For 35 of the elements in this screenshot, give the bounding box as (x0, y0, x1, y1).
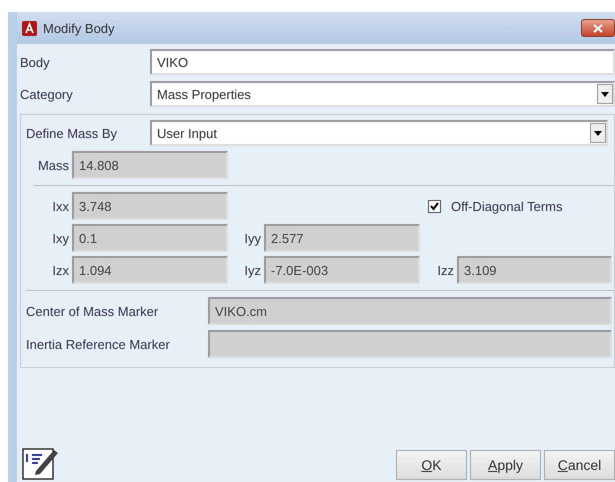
inertia-field[interactable]: 0.1 (72, 224, 228, 252)
marker-field[interactable]: VIKO.cm (208, 297, 612, 325)
field-label: Ixx (51, 198, 70, 214)
field-label: Define Mass By (26, 126, 118, 140)
checkbox-label: Off-Diagonal Terms (451, 198, 563, 214)
inertia-field[interactable]: 1.094 (72, 256, 228, 284)
window-title: Modify Body (43, 20, 115, 36)
inertia-field[interactable]: 3.748 (72, 192, 228, 220)
field-label: Mass (36, 158, 70, 172)
marker-field[interactable] (208, 330, 612, 358)
inertia-field[interactable]: -7.0E-003 (264, 256, 420, 284)
field-label: Izz (436, 262, 455, 278)
inertia-field[interactable]: 2.577 (264, 224, 420, 252)
mass-field[interactable]: 14.808 (72, 151, 228, 179)
field-label: Izx (51, 262, 70, 278)
field-label: Center of Mass Marker (26, 304, 160, 318)
checkbox[interactable] (428, 200, 441, 212)
field-label: Inertia Reference Marker (26, 336, 171, 352)
field-label: Ixy (51, 230, 70, 246)
dialog-button[interactable]: Apply (470, 450, 541, 480)
field-label: Category (20, 86, 74, 102)
app-logo-icon (22, 20, 37, 36)
dropdown-arrow-icon (601, 92, 609, 96)
close-button[interactable] (581, 19, 615, 37)
dialog-button[interactable]: OK (396, 450, 467, 480)
field-label: Iyz (243, 262, 262, 278)
close-icon (593, 24, 603, 32)
field-label: Body (20, 54, 51, 70)
field-label: Iyy (243, 230, 262, 246)
dialog-button[interactable]: Cancel (544, 450, 615, 480)
dropdown-arrow-icon (594, 130, 602, 136)
body-field[interactable]: VIKO (150, 49, 615, 75)
category-dropdown[interactable]: Mass Properties (150, 81, 615, 107)
inertia-field[interactable]: 3.109 (457, 256, 612, 284)
define-mass-dropdown[interactable]: User Input (150, 120, 608, 146)
